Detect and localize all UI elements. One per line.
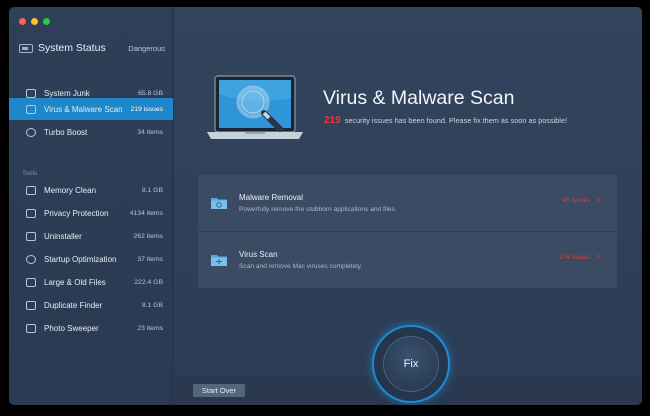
issues-count: 219 <box>324 115 341 126</box>
sidebar-item-value: 8.1 GB <box>141 186 163 194</box>
virus-scan-icon <box>26 104 36 114</box>
sidebar-item-value: 34 items <box>137 128 163 136</box>
status-monitor-icon <box>19 43 33 53</box>
power-icon <box>26 254 36 264</box>
virus-folder-icon <box>211 255 227 266</box>
subtitle-text: security issues has been found. Please f… <box>344 116 567 125</box>
memory-icon <box>26 185 36 195</box>
sidebar-item-label: Duplicate Finder <box>44 300 103 310</box>
sidebar-item-value: 219 issues <box>130 105 164 113</box>
start-over-button[interactable]: Start Over <box>193 384 245 397</box>
fix-button-ring: Fix <box>372 325 450 403</box>
trash-icon <box>26 231 36 241</box>
sidebar-item-value: 4134 items <box>129 209 163 217</box>
sidebar-item-label: Privacy Protection <box>44 208 109 218</box>
status-badge: Dangerous <box>128 43 165 53</box>
close-window-button[interactable] <box>19 18 26 25</box>
row-issues-count: 174 issues <box>558 254 590 261</box>
sidebar-item-value: 222.4 GB <box>134 278 163 286</box>
minimize-window-button[interactable] <box>31 18 38 25</box>
main-panel: Virus & Malware Scan 219 security issues… <box>174 7 642 405</box>
app-window: System Status Dangerous System Junk 65.8… <box>9 7 642 405</box>
row-title: Malware Removal <box>239 193 304 202</box>
duplicate-icon <box>26 300 36 310</box>
sidebar-item-value: 8.1 GB <box>141 301 163 309</box>
sidebar-item-privacy-protection[interactable]: Privacy Protection 4134 items <box>9 202 173 224</box>
monitor-icon <box>26 88 36 98</box>
chevron-right-icon: › <box>596 251 600 263</box>
sidebar-item-label: Large & Old Files <box>44 277 106 287</box>
turbo-icon <box>26 127 36 137</box>
malware-folder-icon <box>211 198 227 209</box>
window-controls <box>19 18 50 25</box>
page-subtitle: 219 security issues has been found. Plea… <box>324 115 567 126</box>
sidebar-item-label: Memory Clean <box>44 185 97 195</box>
result-row-virus-scan[interactable]: Virus Scan Scan and remove Mac viruses c… <box>198 231 617 287</box>
sidebar-item-photo-sweeper[interactable]: Photo Sweeper 23 items <box>9 317 173 339</box>
sidebar-item-value: 37 items <box>137 255 163 263</box>
row-description: Scan and remove Mac viruses completely. <box>239 263 363 270</box>
row-issues-count: 45 issues <box>562 197 590 204</box>
sidebar-item-label: System Junk <box>44 88 90 98</box>
sidebar: System Status Dangerous System Junk 65.8… <box>9 7 173 405</box>
sidebar-item-virus-malware-scan[interactable]: Virus & Malware Scan 219 issues <box>9 98 173 120</box>
tools-section-label: Tools <box>22 170 38 177</box>
sidebar-item-label: Photo Sweeper <box>44 323 99 333</box>
sidebar-item-label: Virus & Malware Scan <box>44 104 123 114</box>
sidebar-item-uninstaller[interactable]: Uninstaller 262 items <box>9 225 173 247</box>
photo-icon <box>26 323 36 333</box>
row-description: Powerfully remove the stubborn applicati… <box>239 206 397 213</box>
sidebar-item-value: 23 items <box>137 324 163 332</box>
sidebar-item-turbo-boost[interactable]: Turbo Boost 34 items <box>9 121 173 143</box>
sidebar-item-label: Startup Optimization <box>44 254 117 264</box>
files-icon <box>26 277 36 287</box>
sidebar-item-label: Uninstaller <box>44 231 82 241</box>
sidebar-item-startup-optimization[interactable]: Startup Optimization 37 items <box>9 248 173 270</box>
sidebar-item-duplicate-finder[interactable]: Duplicate Finder 8.1 GB <box>9 294 173 316</box>
zoom-window-button[interactable] <box>43 18 50 25</box>
laptop-magnifier-icon <box>207 75 303 139</box>
shield-icon <box>26 208 36 218</box>
status-title: System Status <box>38 42 106 54</box>
system-status[interactable]: System Status Dangerous <box>19 41 165 55</box>
sidebar-item-value: 65.8 GB <box>138 89 163 97</box>
sidebar-item-value: 262 items <box>133 232 163 240</box>
fix-button[interactable]: Fix <box>383 336 439 392</box>
row-title: Virus Scan <box>239 250 278 259</box>
sidebar-item-large-old-files[interactable]: Large & Old Files 222.4 GB <box>9 271 173 293</box>
results-panel: Malware Removal Powerfully remove the st… <box>198 175 617 288</box>
page-title: Virus & Malware Scan <box>323 87 515 109</box>
sidebar-item-label: Turbo Boost <box>44 127 88 137</box>
result-row-malware-removal[interactable]: Malware Removal Powerfully remove the st… <box>198 175 617 231</box>
chevron-right-icon: › <box>596 194 600 206</box>
sidebar-item-memory-clean[interactable]: Memory Clean 8.1 GB <box>9 179 173 201</box>
